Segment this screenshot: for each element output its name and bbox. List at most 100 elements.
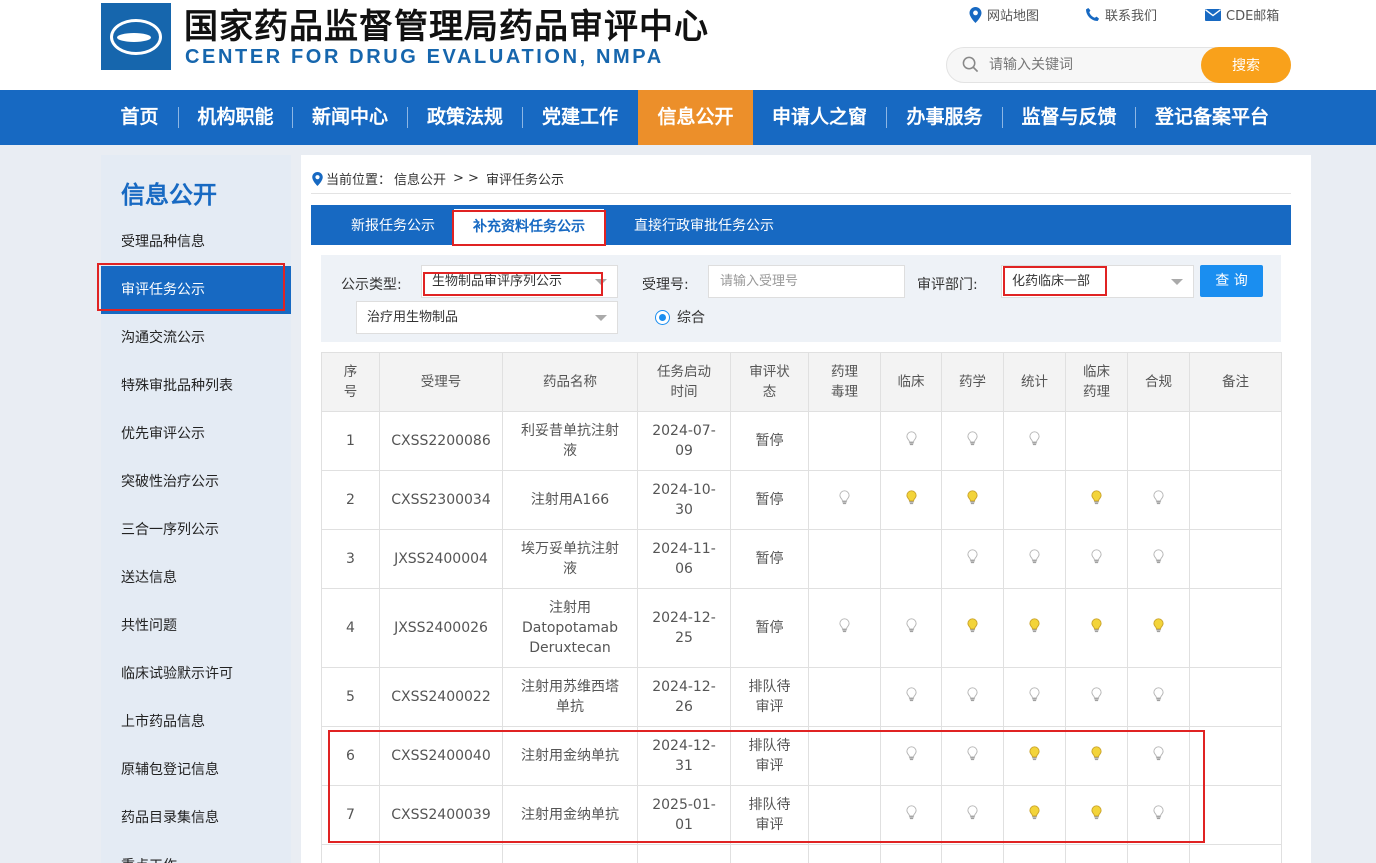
col-pharm-tox-cell bbox=[808, 726, 881, 786]
row-number: 1 bbox=[321, 411, 380, 471]
search-input[interactable] bbox=[989, 54, 1179, 76]
col-pharmacy-cell bbox=[941, 470, 1004, 530]
sidebar-item-marketed-drugs[interactable]: 上市药品信息 bbox=[101, 698, 291, 746]
sidebar: 信息公开 受理品种信息 审评任务公示 沟通交流公示 特殊审批品种列表 优先审评公… bbox=[101, 155, 291, 863]
nav-applicant[interactable]: 申请人之窗 bbox=[753, 90, 886, 145]
start-time: 2024-11- 06 bbox=[637, 529, 731, 589]
sidebar-item-priority-review[interactable]: 优先审评公示 bbox=[101, 410, 291, 458]
col-clin-pharm-cell bbox=[1065, 411, 1128, 471]
sidebar-item-delivery[interactable]: 送达信息 bbox=[101, 554, 291, 602]
grey-bulb-icon bbox=[1153, 804, 1164, 826]
subtype-select[interactable]: 治疗用生物制品 bbox=[356, 301, 618, 334]
col-pharmacy-cell bbox=[941, 785, 1004, 845]
dept-select[interactable]: 化药临床一部 bbox=[1001, 265, 1194, 298]
table-row[interactable]: 4 JXSS2400026 注射用 Datopotamab Deruxtecan 20… bbox=[321, 588, 1282, 668]
col-start-time-header: 任务启动 时间 bbox=[637, 352, 731, 412]
col-statistics-cell bbox=[1003, 726, 1066, 786]
col-pharmacy-cell bbox=[941, 411, 1004, 471]
col-compliance-header: 合规 bbox=[1127, 352, 1190, 412]
table-row[interactable]: 2 CXSS2300034 注射用A166 2024-10- 30 暂停 bbox=[321, 470, 1282, 530]
col-clin-pharm-cell bbox=[1065, 588, 1128, 668]
col-clinical-cell bbox=[880, 667, 942, 727]
table-row[interactable]: 6 CXSS2400040 注射用金纳单抗 2024-12- 31 排队待 审评 bbox=[321, 726, 1282, 786]
table-row[interactable]: 2025-01- bbox=[321, 844, 1282, 863]
nav-services[interactable]: 办事服务 bbox=[887, 90, 1002, 145]
search-button[interactable]: 搜索 bbox=[1201, 47, 1291, 83]
grey-bulb-icon bbox=[967, 804, 978, 826]
nav-registration[interactable]: 登记备案平台 bbox=[1136, 90, 1288, 145]
sidebar-title: 信息公开 bbox=[121, 181, 217, 209]
type-select[interactable]: 生物制品审评序列公示 bbox=[421, 265, 618, 298]
breadcrumb-info-public[interactable]: 信息公开 bbox=[394, 169, 446, 188]
col-pharmacy-header: 药学 bbox=[941, 352, 1004, 412]
sidebar-item-special-approval[interactable]: 特殊审批品种列表 bbox=[101, 362, 291, 410]
col-clinical-cell bbox=[880, 588, 942, 668]
col-clinical-cell bbox=[880, 726, 942, 786]
cde-mail-link[interactable]: CDE邮箱 bbox=[1205, 5, 1279, 24]
col-statistics-cell bbox=[1003, 588, 1066, 668]
start-time: 2025-01- bbox=[637, 844, 731, 863]
start-time: 2024-12- 25 bbox=[637, 588, 731, 668]
drug-name: 埃万妥单抗注射 液 bbox=[502, 529, 638, 589]
row-number: 7 bbox=[321, 785, 380, 845]
radio-selected-icon[interactable] bbox=[655, 309, 670, 325]
sidebar-item-common-issues[interactable]: 共性问题 bbox=[101, 602, 291, 650]
nav-about[interactable]: 机构职能 bbox=[179, 90, 292, 145]
accept-no-input[interactable] bbox=[708, 265, 905, 298]
site-subtitle: CENTER FOR DRUG EVALUATION, NMPA bbox=[185, 46, 664, 68]
accept-number: CXSS2400039 bbox=[379, 785, 503, 845]
col-statistics-cell bbox=[1003, 529, 1066, 589]
table-row[interactable]: 1 CXSS2200086 利妥昔单抗注射 液 2024-07- 09 暂停 bbox=[321, 411, 1282, 471]
note bbox=[1189, 588, 1282, 668]
sidebar-item-accepted-varieties[interactable]: 受理品种信息 bbox=[101, 218, 291, 266]
tab-supplement[interactable]: 补充资料任务公示 bbox=[454, 209, 604, 245]
comprehensive-radio[interactable]: 综合 bbox=[655, 307, 705, 327]
accept-number: CXSS2400022 bbox=[379, 667, 503, 727]
grey-bulb-icon bbox=[905, 617, 917, 639]
type-select-value: 生物制品审评序列公示 bbox=[432, 274, 563, 289]
cde-logo[interactable] bbox=[101, 3, 171, 70]
grey-bulb-icon bbox=[1091, 548, 1102, 570]
comprehensive-label: 综合 bbox=[677, 310, 705, 326]
sidebar-item-communication[interactable]: 沟通交流公示 bbox=[101, 314, 291, 362]
col-pharmacy-cell bbox=[941, 844, 1004, 863]
nav-home[interactable]: 首页 bbox=[101, 90, 178, 145]
sitemap-link[interactable]: 网站地图 bbox=[969, 5, 1039, 24]
col-statistics-cell bbox=[1003, 411, 1066, 471]
nav-policy[interactable]: 政策法规 bbox=[408, 90, 522, 145]
sidebar-item-breakthrough[interactable]: 突破性治疗公示 bbox=[101, 458, 291, 506]
grey-bulb-icon bbox=[967, 745, 978, 767]
type-label: 公示类型: bbox=[341, 277, 402, 293]
query-button[interactable]: 查 询 bbox=[1200, 265, 1263, 297]
sidebar-item-clinical-trial[interactable]: 临床试验默示许可 bbox=[101, 650, 291, 698]
sidebar-item-excipients[interactable]: 原辅包登记信息 bbox=[101, 746, 291, 794]
tab-bar: 新报任务公示 补充资料任务公示 直接行政审批任务公示 bbox=[311, 205, 1291, 245]
chevron-down-icon bbox=[595, 279, 607, 285]
col-pharm-tox-header: 药理 毒理 bbox=[808, 352, 881, 412]
accept-number: JXSS2400026 bbox=[379, 588, 503, 668]
table-row[interactable]: 7 CXSS2400039 注射用金纳单抗 2025-01- 01 排队待 审评 bbox=[321, 785, 1282, 845]
contact-link[interactable]: 联系我们 bbox=[1085, 5, 1157, 24]
col-status-header: 审评状态 bbox=[730, 352, 809, 412]
sidebar-item-review-tasks[interactable]: 审评任务公示 bbox=[101, 266, 291, 314]
main-nav: 首页 机构职能 新闻中心 政策法规 党建工作 信息公开 申请人之窗 办事服务 监… bbox=[0, 90, 1376, 145]
nav-party[interactable]: 党建工作 bbox=[523, 90, 637, 145]
col-statistics-cell bbox=[1003, 844, 1066, 863]
col-clin-pharm-cell bbox=[1065, 470, 1128, 530]
tab-direct-approval[interactable]: 直接行政审批任务公示 bbox=[619, 205, 789, 245]
grey-bulb-icon bbox=[1153, 745, 1164, 767]
breadcrumb-review-tasks[interactable]: 审评任务公示 bbox=[486, 169, 564, 188]
sidebar-item-three-in-one[interactable]: 三合一序列公示 bbox=[101, 506, 291, 554]
table-row[interactable]: 3 JXSS2400004 埃万妥单抗注射 液 2024-11- 06 暂停 bbox=[321, 529, 1282, 589]
sidebar-item-key-work[interactable]: 重点工作 bbox=[101, 842, 291, 863]
nav-feedback[interactable]: 监督与反馈 bbox=[1003, 90, 1135, 145]
tab-new-report[interactable]: 新报任务公示 bbox=[331, 205, 455, 245]
search-icon bbox=[962, 56, 979, 73]
sidebar-item-catalog[interactable]: 药品目录集信息 bbox=[101, 794, 291, 842]
table-row[interactable]: 5 CXSS2400022 注射用苏维西塔 单抗 2024-12- 26 排队待 审评 bbox=[321, 667, 1282, 727]
nav-info-public[interactable]: 信息公开 bbox=[638, 90, 753, 145]
main-content: 当前位置： 信息公开 > > 审评任务公示 新报任务公示 补充资料任务公示 直接… bbox=[301, 155, 1311, 863]
review-status: 暂停 bbox=[730, 411, 809, 471]
nav-news[interactable]: 新闻中心 bbox=[293, 90, 407, 145]
yellow-bulb-icon bbox=[1029, 617, 1040, 639]
